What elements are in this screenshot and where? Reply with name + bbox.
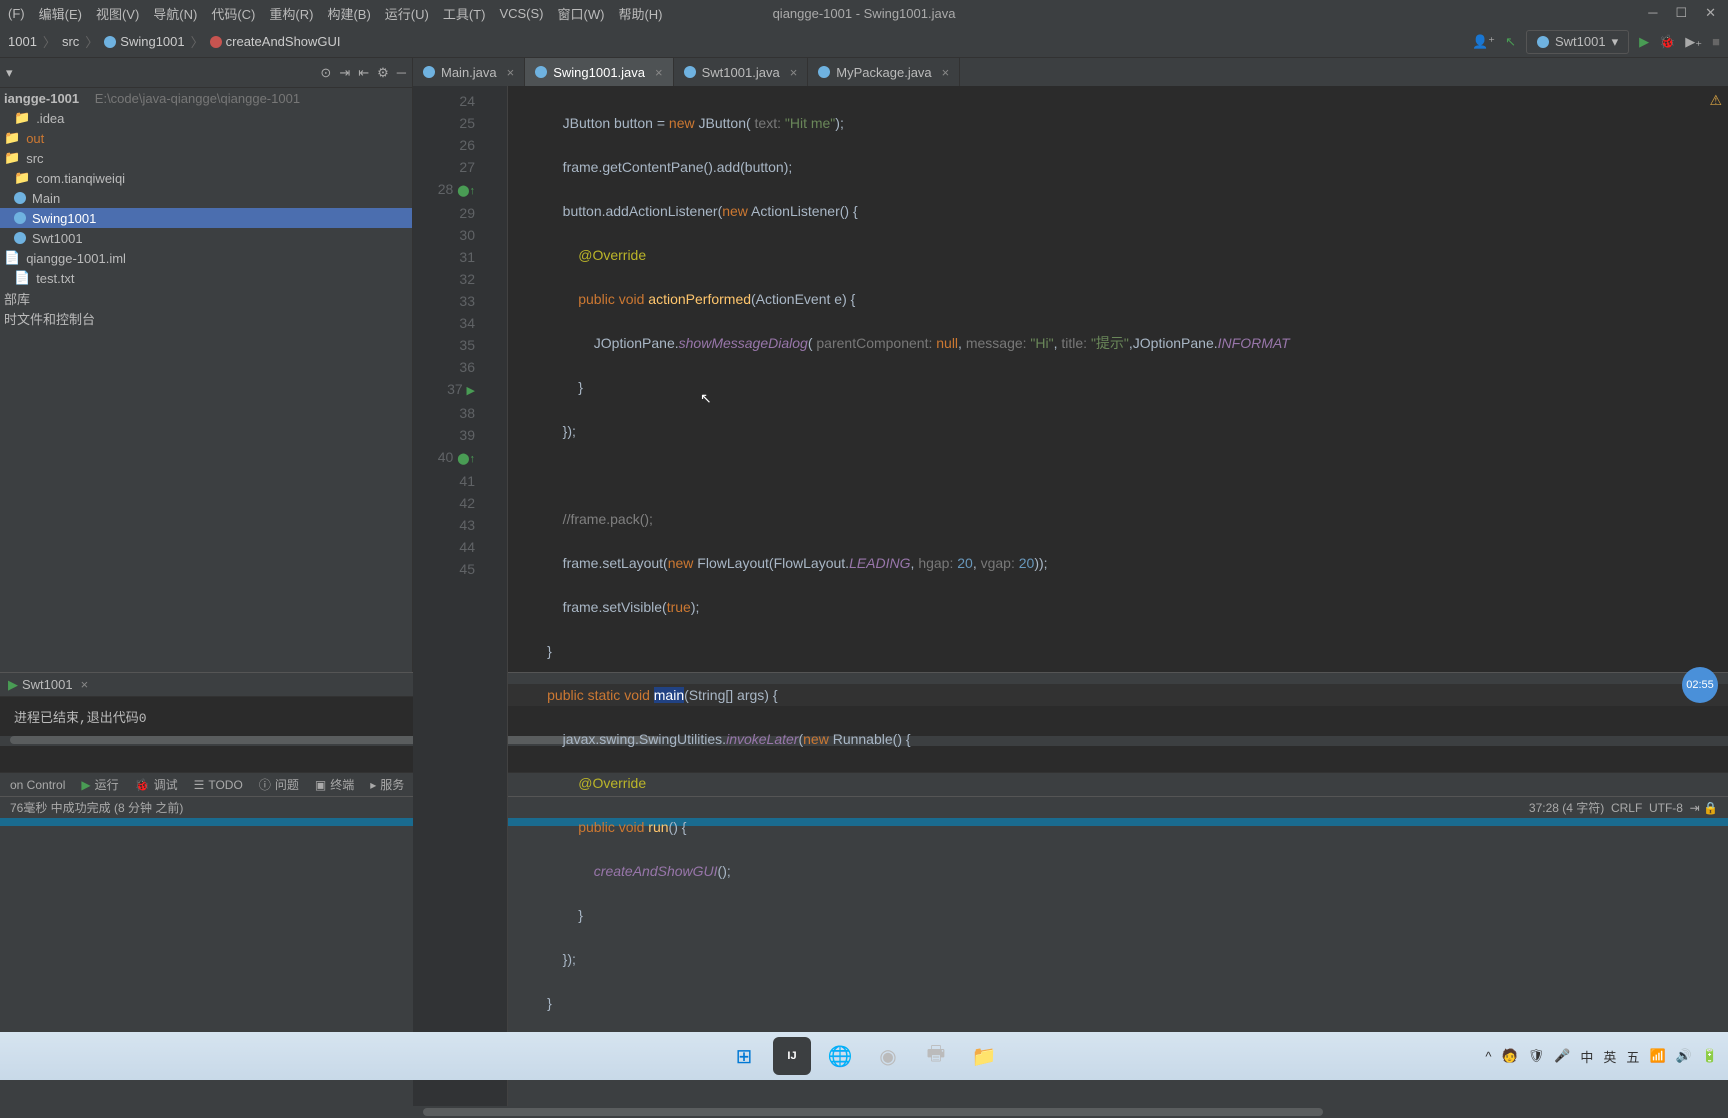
run-tab[interactable]: ▶Swt1001× — [8, 677, 88, 693]
tree-item[interactable]: 📄test.txt — [0, 268, 412, 288]
menu-window[interactable]: 窗口(W) — [558, 4, 605, 23]
tree-item[interactable]: 部库 — [0, 288, 412, 308]
run-config-select[interactable]: Swt1001 ▾ — [1526, 30, 1629, 54]
menu-view[interactable]: 视图(V) — [96, 4, 139, 23]
dropdown-icon[interactable]: ▾ — [6, 65, 13, 81]
tool-run[interactable]: ▶运行 — [81, 776, 118, 793]
tree-item[interactable]: Main — [0, 188, 412, 208]
tool-services[interactable]: ▸服务 — [370, 776, 404, 793]
gear-icon[interactable]: ⚙ — [377, 65, 389, 81]
tree-root[interactable]: iangge-1001 E:\code\java-qiangge\qiangge… — [0, 88, 412, 108]
timer-badge: 02:55 — [1682, 667, 1718, 703]
app-icon[interactable]: 🖶 — [917, 1037, 955, 1075]
run-icon[interactable]: ▶ — [1639, 34, 1649, 50]
menu-edit[interactable]: 编辑(E) — [39, 4, 82, 23]
maximize-icon[interactable]: ☐ — [1675, 5, 1687, 21]
close-icon[interactable]: × — [790, 65, 798, 80]
status-build: 76毫秒 中成功完成 (8 分钟 之前) — [10, 799, 183, 816]
tool-version-control[interactable]: on Control — [10, 778, 65, 792]
menu-nav[interactable]: 导航(N) — [153, 4, 197, 23]
hide-icon[interactable]: ─ — [397, 65, 406, 80]
tab-mypackage[interactable]: MyPackage.java× — [808, 58, 960, 86]
menu-bar: (F) 编辑(E) 视图(V) 导航(N) 代码(C) 重构(R) 构建(B) … — [0, 0, 1728, 26]
select-opened-icon[interactable]: ⊙ — [320, 65, 331, 81]
intellij-icon[interactable]: IJ — [773, 1037, 811, 1075]
tray-icon[interactable]: 🧑 — [1502, 1048, 1518, 1064]
windows-taskbar: ⊞ IJ 🌐 ◉ 🖶 📁 ^ 🧑 🛡 🎤 中 英 五 📶 🔊 🔋 — [0, 1032, 1728, 1080]
menu-build[interactable]: 构建(B) — [327, 4, 370, 23]
window-title: qiangge-1001 - Swing1001.java — [773, 6, 956, 21]
crumb[interactable]: 1001 — [8, 34, 37, 49]
close-icon[interactable]: × — [655, 65, 663, 80]
menu-vcs[interactable]: VCS(S) — [499, 6, 543, 21]
code-editor[interactable]: 2425262728 ⬤↑293031323334353637 ▶383940 … — [413, 86, 1728, 1106]
chevron-up-icon[interactable]: ^ — [1485, 1049, 1491, 1064]
ime-indicator[interactable]: 英 — [1603, 1047, 1616, 1066]
system-tray: ^ 🧑 🛡 🎤 中 英 五 📶 🔊 🔋 — [1485, 1047, 1718, 1066]
tree-item[interactable]: 📁com.tianqiweiqi — [0, 168, 412, 188]
line-numbers: 2425262728 ⬤↑293031323334353637 ▶383940 … — [413, 86, 483, 1106]
tool-debug[interactable]: 🐞调试 — [135, 776, 178, 793]
wifi-icon[interactable]: 📶 — [1649, 1048, 1665, 1064]
tool-todo[interactable]: ☰TODO — [194, 778, 243, 792]
mic-icon[interactable]: 🎤 — [1554, 1048, 1570, 1064]
menu-run[interactable]: 运行(U) — [385, 4, 429, 23]
collapse-icon[interactable]: ⇤ — [358, 65, 369, 81]
chevron-down-icon: ▾ — [1612, 34, 1619, 50]
expand-icon[interactable]: ⇥ — [339, 65, 350, 81]
start-button[interactable]: ⊞ — [725, 1037, 763, 1075]
volume-icon[interactable]: 🔊 — [1676, 1048, 1692, 1064]
breadcrumb: 1001〉 src〉 Swing1001〉 createAndShowGUI — [8, 32, 341, 51]
warning-icon[interactable]: ⚠ — [1709, 92, 1722, 109]
tool-problems[interactable]: ⓘ问题 — [259, 776, 299, 793]
tool-terminal[interactable]: ▣终端 — [315, 776, 354, 793]
debug-icon[interactable]: 🐞 — [1659, 34, 1675, 50]
tab-main[interactable]: Main.java× — [413, 58, 525, 86]
editor-tabs: Main.java× Swing1001.java× Swt1001.java×… — [413, 58, 1728, 86]
app-icon[interactable]: ◉ — [869, 1037, 907, 1075]
ime-indicator[interactable]: 中 — [1580, 1047, 1593, 1066]
tree-item-selected[interactable]: Swing1001 — [0, 208, 412, 228]
shield-icon[interactable]: 🛡 — [1528, 1048, 1545, 1064]
menu-help[interactable]: 帮助(H) — [618, 4, 662, 23]
tree-item[interactable]: 📁out — [0, 128, 412, 148]
horizontal-scrollbar[interactable] — [423, 1108, 1323, 1116]
battery-icon[interactable]: 🔋 — [1702, 1048, 1718, 1064]
navigation-bar: 1001〉 src〉 Swing1001〉 createAndShowGUI 👤… — [0, 26, 1728, 58]
tree-item[interactable]: 📄qiangge-1001.iml — [0, 248, 412, 268]
tab-swing1001[interactable]: Swing1001.java× — [525, 58, 673, 86]
tree-item[interactable]: Swt1001 — [0, 228, 412, 248]
coverage-icon[interactable]: ▶₊ — [1685, 34, 1702, 50]
stop-icon[interactable]: ■ — [1712, 34, 1720, 49]
close-icon[interactable]: × — [81, 677, 89, 692]
back-icon[interactable]: ↖ — [1505, 34, 1516, 50]
crumb[interactable]: src — [62, 34, 79, 49]
menu-tools[interactable]: 工具(T) — [443, 4, 486, 23]
tree-item[interactable]: 时文件和控制台 — [0, 308, 412, 328]
crumb[interactable]: createAndShowGUI — [210, 34, 341, 49]
close-icon[interactable]: ✕ — [1705, 5, 1716, 21]
menu-file[interactable]: (F) — [8, 6, 25, 21]
tab-swt1001[interactable]: Swt1001.java× — [674, 58, 809, 86]
menu-code[interactable]: 代码(C) — [211, 4, 255, 23]
tree-item[interactable]: 📁.idea — [0, 108, 412, 128]
close-icon[interactable]: × — [507, 65, 515, 80]
close-icon[interactable]: × — [942, 65, 950, 80]
explorer-icon[interactable]: 📁 — [965, 1037, 1003, 1075]
tree-item[interactable]: 📁src — [0, 148, 412, 168]
add-user-icon[interactable]: 👤⁺ — [1472, 34, 1495, 50]
minimize-icon[interactable]: ─ — [1648, 5, 1657, 21]
menu-refactor[interactable]: 重构(R) — [269, 4, 313, 23]
project-tree: ▾ ⊙ ⇥ ⇤ ⚙ ─ iangge-1001 E:\code\java-qia… — [0, 58, 413, 672]
chrome-icon[interactable]: 🌐 — [821, 1037, 859, 1075]
crumb[interactable]: Swing1001 — [104, 34, 184, 49]
ime-indicator[interactable]: 五 — [1626, 1047, 1639, 1066]
